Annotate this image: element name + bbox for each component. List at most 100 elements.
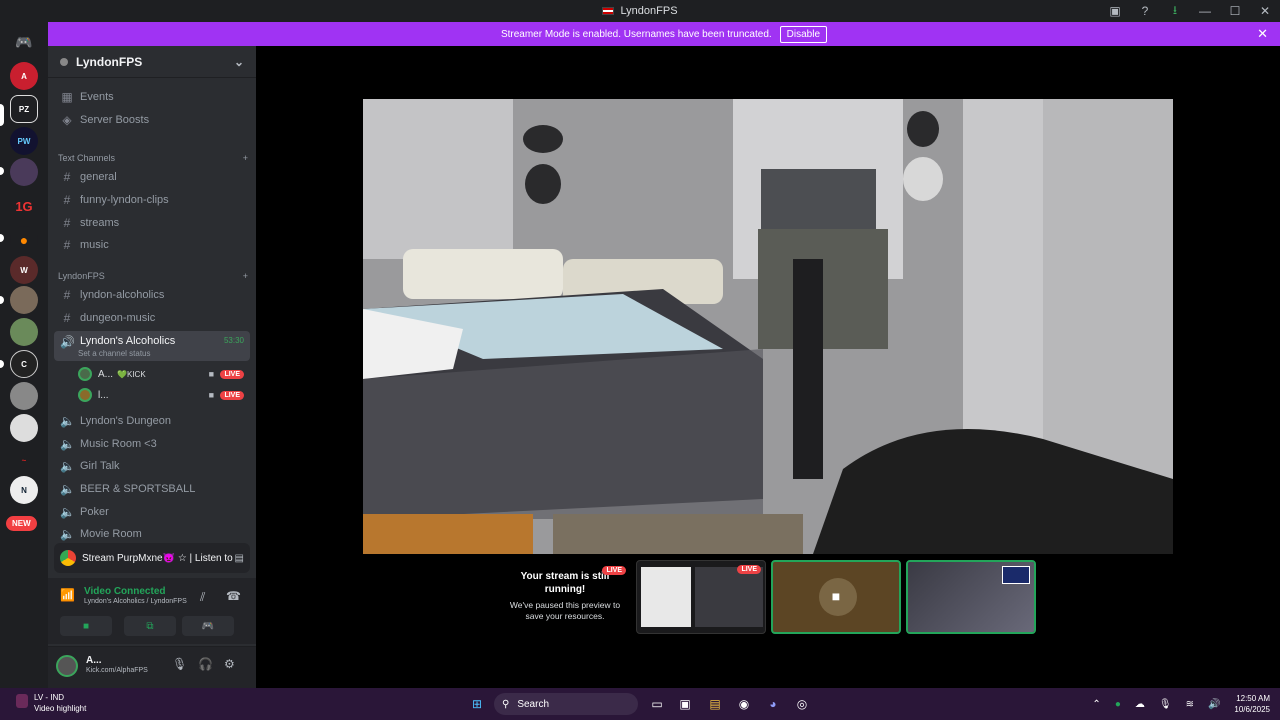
headphones-icon[interactable]: 🎧: [198, 657, 213, 671]
settings-gear-icon[interactable]: ⚙: [224, 657, 235, 671]
add-channel-icon[interactable]: +: [243, 271, 248, 281]
taskbar-widget[interactable]: LV - IND Video highlight: [16, 692, 86, 714]
maximize-button[interactable]: ☐: [1220, 0, 1250, 22]
disable-button[interactable]: Disable: [779, 25, 828, 43]
channel-streams[interactable]: # streams: [54, 213, 250, 233]
voice-channel-poker[interactable]: 🔈 Poker: [54, 502, 250, 522]
banner-close-icon[interactable]: ✕: [1257, 26, 1268, 42]
server-icon[interactable]: A: [10, 62, 38, 90]
voice-channel-beer-sportsball[interactable]: 🔈 BEER & SPORTSBALL: [54, 479, 250, 499]
inbox-icon[interactable]: ▣: [1100, 0, 1130, 22]
chevron-up-icon[interactable]: ⌃: [1092, 699, 1100, 710]
discord-home-icon[interactable]: 🎮: [10, 28, 38, 56]
new-badge[interactable]: NEW: [6, 516, 37, 531]
events-label: Events: [80, 91, 114, 103]
stream-thumbnail-camera-off[interactable]: ■: [771, 560, 901, 634]
status-dot-icon[interactable]: ●: [1115, 699, 1121, 710]
server-icon[interactable]: [10, 318, 38, 346]
noise-suppression-icon[interactable]: ⫽: [200, 590, 205, 605]
cloud-icon[interactable]: ☁: [1135, 699, 1145, 710]
bedroom-scene: [363, 99, 1173, 554]
clock[interactable]: 12:50 AM 10/6/2025: [1234, 693, 1270, 715]
steam-taskbar-icon[interactable]: ◎: [791, 694, 813, 714]
voice-channel-label: Lyndon's Alcoholics: [80, 335, 176, 347]
activity-button[interactable]: 🎮: [182, 616, 234, 636]
signal-icon[interactable]: 📶: [60, 588, 75, 602]
window-title-text: LyndonFPS: [620, 5, 678, 17]
stream-video[interactable]: [363, 99, 1173, 554]
activity-text: Stream PurpMxne👿 ☆ | Listen to ...: [82, 552, 235, 564]
volume-icon[interactable]: 🔊: [1208, 699, 1220, 710]
channel-dungeon-music[interactable]: # dungeon-music: [54, 308, 250, 328]
server-icon[interactable]: PW: [10, 127, 38, 155]
voice-channel-music-room[interactable]: 🔈 Music Room <3: [54, 434, 250, 454]
store-icon[interactable]: ▣: [674, 694, 696, 714]
disconnect-icon[interactable]: ☎: [226, 589, 241, 603]
voice-channel-lyndons-dungeon[interactable]: 🔈 Lyndon's Dungeon: [54, 411, 250, 431]
server-icon[interactable]: W: [10, 256, 38, 284]
pumpkin-icon[interactable]: ●: [10, 226, 38, 254]
server-icon[interactable]: PZ: [10, 95, 38, 123]
discord-taskbar-icon[interactable]: ◕: [762, 694, 784, 714]
banner-text: Streamer Mode is enabled. Usernames have…: [500, 28, 772, 40]
paused-body: We've paused this preview to save your r…: [509, 600, 621, 621]
task-view-icon[interactable]: ▭: [646, 694, 668, 714]
voice-user[interactable]: l... ■ LIVE: [78, 386, 244, 404]
streamer-mode-banner: Streamer Mode is enabled. Usernames have…: [48, 22, 1280, 46]
server-boosts-item[interactable]: ◈ Server Boosts: [54, 110, 250, 130]
voice-channel-girl-talk[interactable]: 🔈 Girl Talk: [54, 456, 250, 476]
category-text-channels[interactable]: Text Channels +: [58, 153, 248, 163]
channel-lyndon-alcoholics[interactable]: # lyndon-alcoholics: [54, 285, 250, 305]
server-icon[interactable]: N: [10, 476, 38, 504]
selected-server-pill: [0, 104, 4, 126]
help-icon[interactable]: ?: [1130, 0, 1160, 22]
user-status: Kick.com/AlphaFPS: [86, 667, 148, 674]
close-window-button[interactable]: ✕: [1250, 0, 1280, 22]
avatar[interactable]: [56, 655, 78, 677]
unread-pill: [0, 234, 4, 242]
live-badge: LIVE: [737, 565, 761, 574]
avatar: [78, 367, 92, 381]
server-icon[interactable]: 1G: [10, 192, 38, 220]
channel-label: general: [80, 171, 117, 183]
voice-channel-movie-room[interactable]: 🔈 Movie Room: [54, 524, 250, 544]
server-icon[interactable]: C: [10, 350, 38, 378]
add-channel-icon[interactable]: +: [243, 153, 248, 163]
wifi-icon[interactable]: ≋: [1186, 699, 1194, 710]
activity-bar[interactable]: Stream PurpMxne👿 ☆ | Listen to ... ▤: [54, 543, 250, 573]
voice-channel-active[interactable]: 🔊 Lyndon's Alcoholics Set a channel stat…: [54, 331, 250, 361]
server-icon[interactable]: [10, 382, 38, 410]
microphone-icon[interactable]: 🎙: [172, 657, 187, 671]
download-icon[interactable]: ⭳: [1160, 0, 1190, 22]
activity-icon[interactable]: ▤: [235, 553, 244, 564]
screen-share-button[interactable]: ⧉: [124, 616, 176, 636]
start-icon[interactable]: ⊞: [466, 694, 488, 714]
channel-label: music: [80, 239, 109, 251]
channel-funny-lyndon-clips[interactable]: # funny-lyndon-clips: [54, 190, 250, 210]
channel-music[interactable]: # music: [54, 235, 250, 255]
channel-general[interactable]: # general: [54, 167, 250, 187]
guild-header[interactable]: LyndonFPS ⌄: [48, 46, 256, 78]
events-item[interactable]: ▦ Events: [54, 87, 250, 107]
stream-thumbnail-screen[interactable]: LIVE: [636, 560, 766, 634]
channel-label: lyndon-alcoholics: [80, 289, 165, 301]
microphone-tray-icon[interactable]: 🎙: [1159, 699, 1172, 710]
server-icon[interactable]: [10, 158, 38, 186]
voice-user-tag: 💚KICK: [117, 369, 146, 379]
channel-status[interactable]: Set a channel status: [78, 349, 151, 358]
file-explorer-icon[interactable]: ▤: [704, 694, 726, 714]
channel-label: funny-lyndon-clips: [80, 194, 169, 206]
voice-location[interactable]: Lyndon's Alcoholics / LyndonFPS: [84, 598, 187, 605]
voice-user[interactable]: A... 💚KICK ■ LIVE: [78, 365, 244, 383]
chrome-taskbar-icon[interactable]: ◉: [733, 694, 755, 714]
server-icon[interactable]: [10, 414, 38, 442]
stream-thumbnail-webcam[interactable]: [906, 560, 1036, 634]
camera-button[interactable]: ■: [60, 616, 112, 636]
category-lyndonfps[interactable]: LyndonFPS +: [58, 271, 248, 281]
taskbar-search[interactable]: ⚲ Search: [494, 693, 638, 715]
minimize-button[interactable]: —: [1190, 0, 1220, 22]
server-icon[interactable]: ~: [10, 446, 38, 474]
server-icon[interactable]: [10, 286, 38, 314]
title-bar: LyndonFPS ▣ ? ⭳ — ☐ ✕: [0, 0, 1280, 22]
widget-line2: Video highlight: [34, 704, 87, 713]
